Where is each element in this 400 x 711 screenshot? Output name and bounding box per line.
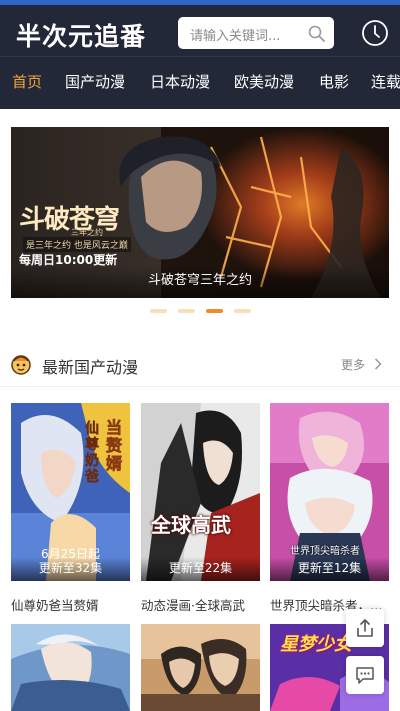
svg-text:赘: 赘 [105,436,123,455]
episode-badge: 更新至32集 [11,557,130,581]
anime-title[interactable]: 仙尊奶爸当赘婿 [11,595,130,614]
anime-card[interactable] [11,624,130,711]
search-box[interactable]: 请输入关键词... [178,17,334,49]
episode-badge: 更新至22集 [141,557,260,581]
chevron-right-icon[interactable] [374,358,382,370]
poster-art [141,624,260,711]
more-link[interactable]: 更多 [341,356,365,373]
anime-card[interactable]: 当 赘 婿 仙 尊 奶 爸 6月25日起 更新至32集 仙尊奶爸当赘婿 [11,403,130,614]
share-button[interactable] [346,609,384,647]
section-divider [0,386,400,387]
banner-art-title: 斗破苍穹 [19,205,120,235]
anime-card[interactable] [141,624,260,711]
section-header: 最新国产动漫 更多 [0,348,400,386]
site-logo[interactable]: 半次元追番 [16,17,146,53]
app-header: 半次元追番 请输入关键词... 首页 国产动漫 日本动漫 欧美动漫 电影 连载 [0,5,400,109]
svg-text:奶: 奶 [85,452,99,469]
mascot-icon [11,355,31,375]
anime-poster[interactable] [141,624,260,711]
poster-art [141,403,260,581]
anime-poster[interactable]: 世界顶尖暗杀者 更新至12集 [270,403,389,581]
anime-card[interactable]: 世界顶尖暗杀者 更新至12集 世界顶尖暗杀者，转生为异世界贵族 [270,403,389,614]
episode-badge: 更新至12集 [270,557,389,581]
search-icon[interactable] [308,25,325,42]
anime-card[interactable]: 全球高武 更新至22集 动态漫画·全球高武 [141,403,260,614]
anime-poster[interactable]: 当 赘 婿 仙 尊 奶 爸 6月25日起 更新至32集 [11,403,130,581]
nav-tab-domestic-anime[interactable]: 国产动漫 [65,71,125,92]
svg-text:尊: 尊 [85,436,99,453]
anime-title[interactable]: 动态漫画·全球高武 [141,595,260,614]
anime-poster[interactable]: 全球高武 更新至22集 [141,403,260,581]
category-nav: 首页 国产动漫 日本动漫 欧美动漫 电影 连载 [0,67,400,97]
poster-title-text: 世界顶尖暗杀者 [290,546,360,557]
poster-title-text: 全球高武 [151,513,231,537]
banner-caption: 斗破苍穹三年之约 [11,266,389,298]
nav-tab-home[interactable]: 首页 [12,71,42,92]
poster-title-text: 星梦少女 [280,634,352,655]
svg-text:仙: 仙 [85,420,99,437]
section-title: 最新国产动漫 [42,358,139,377]
carousel-dot-active[interactable] [206,309,223,313]
nav-divider [0,56,400,57]
nav-tab-western-anime[interactable]: 欧美动漫 [234,71,294,92]
hero-banner[interactable]: 斗破苍穹 三年之约 是三年之约 也是风云之巅 每周日10:00更新 斗破苍穹三年… [11,127,389,298]
clock-icon[interactable] [361,19,389,47]
banner-art-tagline: 是三年之约 也是风云之巅 [23,237,131,252]
svg-text:当: 当 [106,418,122,437]
anime-poster[interactable] [11,624,130,711]
carousel-dot[interactable] [150,309,167,313]
nav-tab-serial[interactable]: 连载 [371,71,400,92]
carousel-dot[interactable] [178,309,195,313]
search-input[interactable]: 请输入关键词... [190,25,280,44]
share-icon [357,619,373,637]
nav-tab-movies[interactable]: 电影 [319,71,349,92]
poster-art [11,624,130,711]
chat-icon [356,667,374,684]
svg-text:婿: 婿 [106,454,122,473]
svg-text:爸: 爸 [84,468,99,485]
carousel-dot[interactable] [234,309,251,313]
message-button[interactable] [346,656,384,694]
nav-tab-japanese-anime[interactable]: 日本动漫 [150,71,210,92]
